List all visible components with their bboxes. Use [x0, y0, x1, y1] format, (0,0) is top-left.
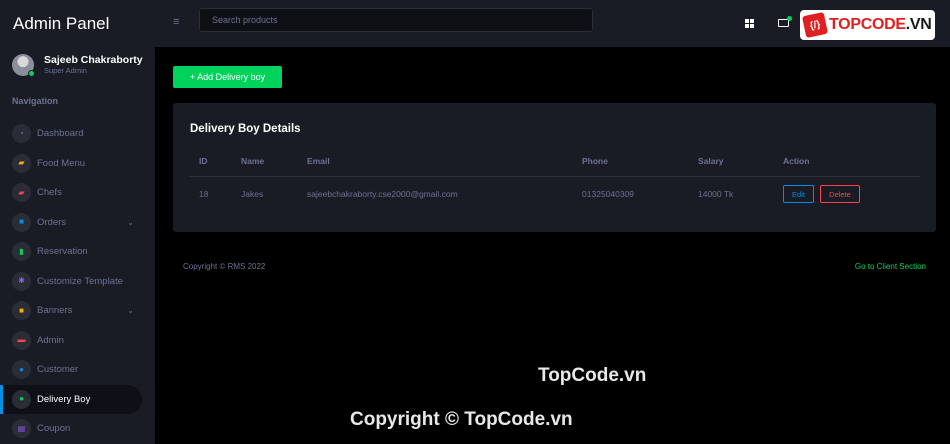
header-id: ID: [189, 146, 231, 177]
delete-button[interactable]: Delete: [820, 185, 860, 204]
chef-icon: ▰: [12, 183, 31, 203]
sidebar-item-label: Coupon: [37, 423, 71, 435]
sidebar-item-coupon[interactable]: ▤ Coupon: [0, 414, 142, 444]
nav-title: Navigation: [12, 96, 59, 106]
banner-icon: ■: [12, 301, 31, 321]
delivery-boy-icon: ●: [12, 389, 31, 409]
table-row: 18 Jakes sajeebchakraborty.cse2000@gmail…: [189, 176, 920, 212]
mail-badge: [787, 16, 792, 21]
header-salary: Salary: [688, 146, 773, 177]
topbar: ≡ {/} TOPCODE.VN: [155, 0, 950, 47]
header-phone: Phone: [572, 146, 688, 177]
sidebar-item-reservation[interactable]: ▮ Reservation: [0, 237, 142, 267]
header-action: Action: [773, 146, 920, 177]
avatar: [12, 54, 35, 77]
settings-icon: ✱: [12, 271, 31, 291]
sidebar-item-chefs[interactable]: ▰ Chefs: [0, 178, 142, 208]
footer-copyright: Copyright © RMS 2022: [183, 262, 266, 271]
watermark-text: TopCode.vn: [538, 365, 647, 386]
sidebar-item-label: Delivery Boy: [37, 393, 91, 405]
cell-action: Edit Delete: [773, 176, 920, 212]
logo-text: TOPCODE.VN: [829, 16, 932, 33]
delivery-boy-card: Delivery Boy Details ID Name Email Phone…: [173, 103, 936, 232]
topcode-logo: {/} TOPCODE.VN: [800, 10, 935, 40]
sidebar: Admin Panel Sajeeb Chakraborty Super Adm…: [0, 0, 155, 444]
sidebar-item-label: Banners: [37, 305, 73, 317]
sidebar-item-customer[interactable]: ● Customer: [0, 355, 142, 385]
search-input[interactable]: [199, 8, 593, 32]
customer-icon: ●: [12, 360, 31, 380]
brand-title[interactable]: Admin Panel: [0, 0, 155, 47]
sidebar-item-label: Customize Template: [37, 275, 123, 287]
chevron-down-icon[interactable]: ⌄: [127, 218, 134, 227]
speedometer-icon: ◔: [12, 124, 31, 144]
header-email: Email: [297, 146, 572, 177]
header-name: Name: [231, 146, 297, 177]
sidebar-item-label: Chefs: [37, 187, 62, 199]
client-section-link[interactable]: Go to Client Section: [855, 262, 926, 271]
sidebar-item-orders[interactable]: ■ Orders ⌄: [0, 208, 142, 238]
sidebar-item-label: Dashboard: [37, 128, 84, 140]
chart-icon: ▮: [12, 242, 31, 262]
profile[interactable]: Sajeeb Chakraborty Super Admin: [0, 47, 155, 83]
card-title: Delivery Boy Details: [190, 123, 301, 135]
sidebar-item-label: Admin: [37, 334, 64, 346]
sidebar-item-dashboard[interactable]: ◔ Dashboard: [0, 119, 142, 149]
orders-icon: ■: [12, 212, 31, 232]
sidebar-item-label: Food Menu: [37, 157, 86, 169]
delivery-boy-table: ID Name Email Phone Salary Action 18 Jak…: [189, 146, 920, 212]
cell-phone: 01325040309: [582, 189, 635, 200]
menu-toggle-icon[interactable]: ≡: [173, 16, 179, 28]
edit-button[interactable]: Edit: [783, 185, 814, 204]
sidebar-item-label: Customer: [37, 364, 79, 376]
add-delivery-boy-button[interactable]: + Add Delivery boy: [173, 66, 282, 88]
cell-salary: 14000 Tk: [698, 189, 734, 200]
profile-name: Sajeeb Chakraborty: [44, 54, 143, 66]
online-status-dot: [28, 70, 35, 77]
coupon-icon: ▤: [12, 419, 31, 439]
cell-id: 18: [199, 189, 209, 200]
watermark-copyright: Copyright © TopCode.vn: [350, 409, 573, 430]
chevron-down-icon[interactable]: ⌄: [127, 306, 134, 315]
table-header-row: ID Name Email Phone Salary Action: [189, 146, 920, 177]
sidebar-item-banners[interactable]: ■ Banners ⌄: [0, 296, 142, 326]
admin-icon: ▬: [12, 330, 31, 350]
sidebar-item-food-menu[interactable]: ▰ Food Menu: [0, 149, 142, 179]
food-icon: ▰: [12, 153, 31, 173]
sidebar-item-admin[interactable]: ▬ Admin: [0, 326, 142, 356]
profile-role: Super Admin: [44, 66, 87, 75]
cell-email: sajeebchakraborty.cse2000@gmail.com: [307, 189, 458, 200]
nav-list: ◔ Dashboard ▰ Food Menu ▰ Chefs ■ Orders ⌄ ▮ Reser…: [0, 119, 155, 444]
cell-name: Jakes: [241, 189, 264, 200]
logo-mark: {/}: [801, 11, 829, 39]
apps-grid-icon[interactable]: [745, 19, 754, 28]
sidebar-item-label: Reservation: [37, 246, 88, 258]
sidebar-item-delivery-boy[interactable]: ● Delivery Boy: [0, 384, 142, 414]
mail-icon[interactable]: [778, 16, 792, 27]
sidebar-item-customize-template[interactable]: ✱ Customize Template: [0, 267, 142, 297]
sidebar-item-label: Orders: [37, 216, 67, 228]
